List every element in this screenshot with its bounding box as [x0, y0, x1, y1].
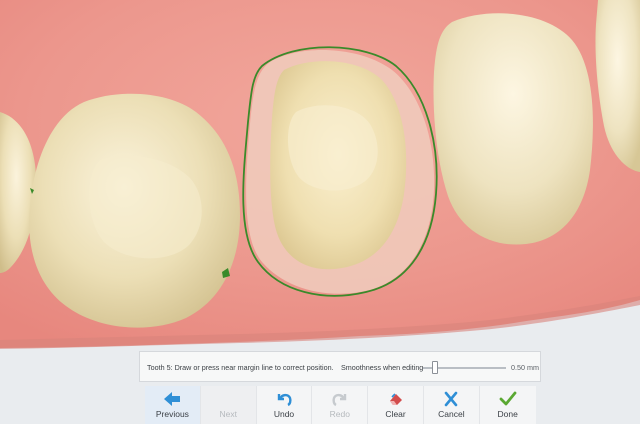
clear-button[interactable]: Clear — [368, 386, 424, 424]
previous-label: Previous — [155, 409, 189, 419]
next-label: Next — [219, 409, 237, 419]
next-button[interactable]: Next — [200, 386, 257, 424]
arrow-right-icon — [201, 391, 256, 407]
undo-button[interactable]: Undo — [256, 386, 313, 424]
instruction-text: Tooth 5: Draw or press near margin line … — [147, 363, 334, 372]
checkmark-icon — [480, 391, 536, 407]
arrow-left-icon — [145, 391, 200, 407]
smoothness-label: Smoothness when editing — [341, 363, 424, 372]
smoothness-value: 0.50 mm — [511, 363, 539, 372]
redo-icon — [312, 391, 367, 407]
cancel-button[interactable]: Cancel — [423, 386, 480, 424]
undo-icon — [257, 391, 312, 407]
x-icon — [424, 391, 479, 407]
cancel-label: Cancel — [438, 409, 465, 419]
hint-panel: Tooth 5: Draw or press near margin line … — [139, 351, 541, 382]
redo-button[interactable]: Redo — [312, 386, 369, 424]
done-label: Done — [497, 409, 518, 419]
bottom-toolbar: Previous Next Undo Redo Clear Cancel Don… — [145, 386, 536, 424]
undo-label: Undo — [273, 409, 295, 419]
done-button[interactable]: Done — [479, 386, 536, 424]
eraser-icon — [368, 391, 423, 407]
clear-label: Clear — [385, 409, 406, 419]
redo-label: Redo — [329, 409, 350, 419]
smoothness-slider-thumb[interactable] — [432, 361, 439, 374]
previous-button[interactable]: Previous — [145, 386, 201, 424]
